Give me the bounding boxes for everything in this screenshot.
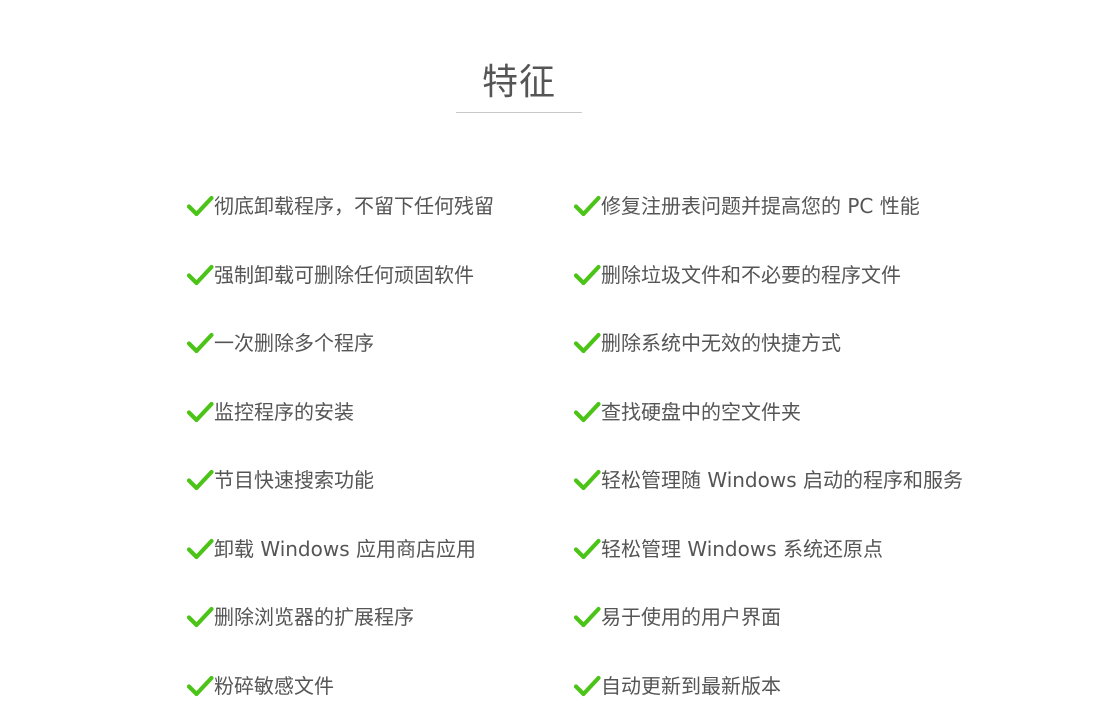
checkmark-icon — [574, 195, 601, 217]
checkmark-icon — [187, 675, 214, 697]
feature-label: 节目快速搜索功能 — [214, 468, 374, 493]
feature-item: 监控程序的安装 — [187, 378, 494, 447]
feature-item: 修复注册表问题并提高您的 PC 性能 — [574, 172, 963, 241]
feature-item: 彻底卸载程序，不留下任何残留 — [187, 172, 494, 241]
feature-item: 轻松管理 Windows 系统还原点 — [574, 515, 963, 584]
feature-item: 自动更新到最新版本 — [574, 652, 963, 721]
feature-label: 删除垃圾文件和不必要的程序文件 — [601, 262, 901, 287]
feature-item: 节目快速搜索功能 — [187, 446, 494, 515]
feature-item: 易于使用的用户界面 — [574, 583, 963, 652]
checkmark-icon — [574, 469, 601, 491]
feature-item: 查找硬盘中的空文件夹 — [574, 378, 963, 447]
feature-item: 粉碎敏感文件 — [187, 652, 494, 721]
feature-label: 卸载 Windows 应用商店应用 — [214, 536, 476, 561]
checkmark-icon — [574, 264, 601, 286]
title-underline — [456, 112, 582, 113]
feature-label: 一次删除多个程序 — [214, 331, 374, 356]
feature-item: 删除垃圾文件和不必要的程序文件 — [574, 241, 963, 310]
feature-label: 轻松管理随 Windows 启动的程序和服务 — [601, 468, 963, 493]
feature-list-left: 彻底卸载程序，不留下任何残留 强制卸载可删除任何顽固软件 一次删除多个程序 监控… — [187, 172, 494, 720]
checkmark-icon — [574, 675, 601, 697]
feature-label: 彻底卸载程序，不留下任何残留 — [214, 194, 494, 219]
feature-item: 删除浏览器的扩展程序 — [187, 583, 494, 652]
checkmark-icon — [187, 332, 214, 354]
feature-item: 一次删除多个程序 — [187, 309, 494, 378]
checkmark-icon — [187, 538, 214, 560]
section-title: 特征 — [481, 62, 556, 103]
checkmark-icon — [187, 469, 214, 491]
checkmark-icon — [187, 195, 214, 217]
feature-label: 易于使用的用户界面 — [601, 605, 781, 630]
feature-label: 轻松管理 Windows 系统还原点 — [601, 536, 883, 561]
feature-label: 修复注册表问题并提高您的 PC 性能 — [601, 194, 920, 219]
checkmark-icon — [574, 538, 601, 560]
feature-label: 删除系统中无效的快捷方式 — [601, 331, 841, 356]
checkmark-icon — [574, 401, 601, 423]
feature-label: 删除浏览器的扩展程序 — [214, 605, 414, 630]
feature-label: 查找硬盘中的空文件夹 — [601, 399, 801, 424]
feature-label: 自动更新到最新版本 — [601, 673, 781, 698]
checkmark-icon — [187, 401, 214, 423]
feature-item: 删除系统中无效的快捷方式 — [574, 309, 963, 378]
feature-list-right: 修复注册表问题并提高您的 PC 性能 删除垃圾文件和不必要的程序文件 删除系统中… — [574, 172, 963, 720]
feature-label: 监控程序的安装 — [214, 399, 354, 424]
feature-item: 轻松管理随 Windows 启动的程序和服务 — [574, 446, 963, 515]
feature-item: 卸载 Windows 应用商店应用 — [187, 515, 494, 584]
checkmark-icon — [187, 606, 214, 628]
checkmark-icon — [187, 264, 214, 286]
feature-label: 粉碎敏感文件 — [214, 673, 334, 698]
checkmark-icon — [574, 332, 601, 354]
feature-item: 强制卸载可删除任何顽固软件 — [187, 241, 494, 310]
checkmark-icon — [574, 606, 601, 628]
feature-label: 强制卸载可删除任何顽固软件 — [214, 262, 474, 287]
